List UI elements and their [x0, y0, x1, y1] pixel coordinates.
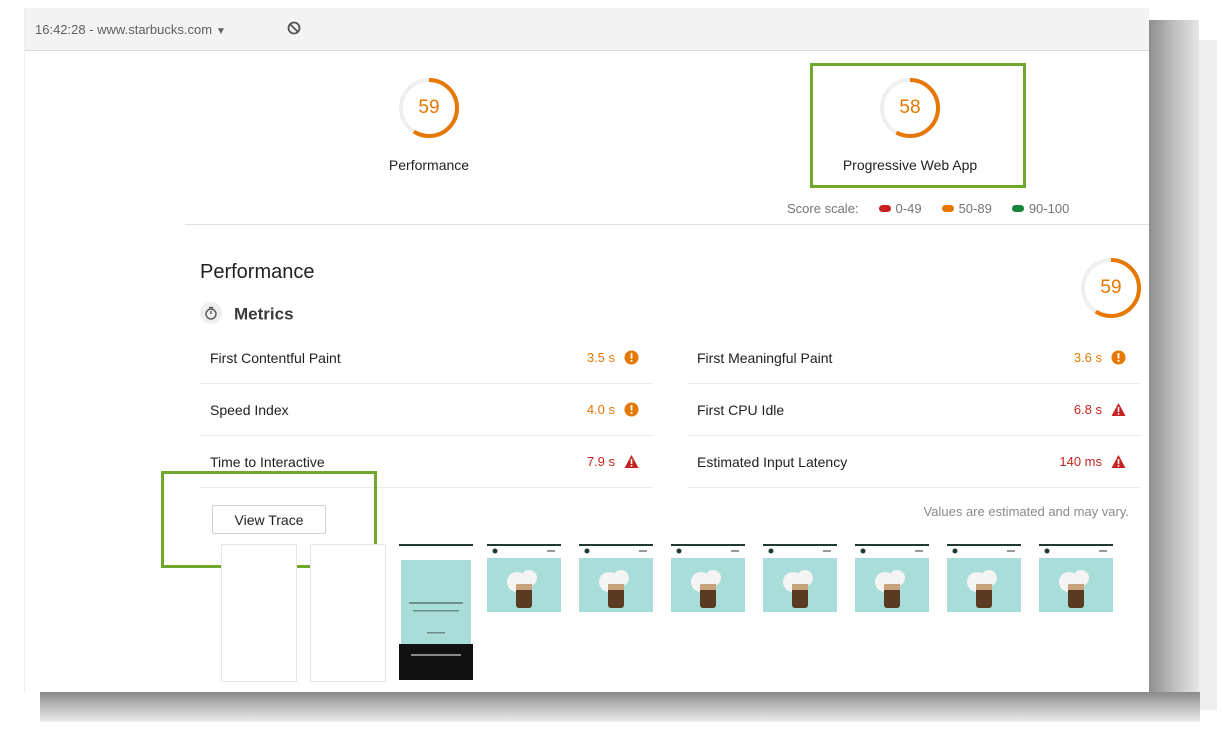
- shadow: [1199, 40, 1217, 710]
- timestamp-label: 16:42:28 - www.starbucks.com: [35, 22, 213, 37]
- metric-name: First Meaningful Paint: [697, 350, 833, 366]
- row-divider: [687, 383, 1140, 384]
- info-circle-icon: [624, 350, 639, 365]
- metric-first-contentful-paint: First Contentful Paint 3.5 s: [200, 334, 653, 384]
- block-icon[interactable]: [287, 21, 301, 35]
- score-scale: Score scale: 0-49 50-89 90-100: [787, 201, 1069, 216]
- metric-value: 140 ms: [1059, 454, 1102, 469]
- lighthouse-report: 16:42:28 - www.starbucks.com ▼ 59 Perform…: [24, 8, 1149, 692]
- filmstrip-frame: [1039, 544, 1113, 612]
- warning-triangle-icon: [624, 455, 639, 468]
- caret-down-icon: ▼: [216, 26, 226, 37]
- highlight-box: [810, 63, 1026, 188]
- report-selector[interactable]: 16:42:28 - www.starbucks.com ▼: [35, 22, 226, 37]
- metric-name: Estimated Input Latency: [697, 454, 848, 470]
- metric-value: 7.9 s: [586, 454, 615, 469]
- shadow: [40, 692, 1200, 722]
- filmstrip-frame: [310, 544, 386, 682]
- divider: [185, 224, 1149, 225]
- filmstrip-frame: [947, 544, 1021, 612]
- info-circle-icon: [1111, 350, 1126, 365]
- scale-range: 0-49: [895, 201, 922, 216]
- filmstrip-frame: [221, 544, 297, 682]
- metrics-heading: Metrics: [200, 302, 294, 326]
- warning-triangle-icon: [1111, 403, 1126, 416]
- performance-label: Performance: [388, 157, 470, 173]
- pass-pill-icon: [1011, 205, 1024, 213]
- metric-value: 4.0 s: [586, 402, 615, 417]
- filmstrip-frame: [487, 544, 561, 612]
- performance-section-title: Performance: [200, 261, 315, 283]
- row-divider: [687, 435, 1140, 436]
- performance-score: 59: [418, 97, 440, 118]
- metric-speed-index: Speed Index 4.0 s: [200, 386, 653, 436]
- estimate-note: Values are estimated and may vary.: [923, 504, 1129, 519]
- fail-pill-icon: [878, 205, 891, 213]
- shadow: [1147, 20, 1199, 720]
- metrics-title: Metrics: [234, 304, 294, 324]
- metric-name: First Contentful Paint: [210, 350, 341, 366]
- performance-section-gauge: 59: [1079, 256, 1143, 320]
- metric-name: Time to Interactive: [210, 454, 325, 470]
- row-divider: [200, 435, 653, 436]
- scale-range: 90-100: [1028, 201, 1070, 216]
- score-scale-label: Score scale:: [787, 201, 859, 216]
- metric-value: 3.5 s: [586, 350, 615, 365]
- filmstrip-frame: [763, 544, 837, 612]
- metric-value: 3.6 s: [1073, 350, 1102, 365]
- metric-first-cpu-idle: First CPU Idle 6.8 s: [687, 386, 1140, 436]
- performance-section-score: 59: [1100, 277, 1122, 298]
- metric-name: First CPU Idle: [697, 402, 785, 418]
- row-divider: [687, 487, 1140, 488]
- metric-estimated-input-latency: Estimated Input Latency 140 ms: [687, 438, 1140, 488]
- stopwatch-icon: [200, 302, 222, 324]
- filmstrip-frame: [399, 544, 473, 680]
- warning-triangle-icon: [1111, 455, 1126, 468]
- average-pill-icon: [941, 205, 954, 213]
- report-topbar: 16:42:28 - www.starbucks.com ▼: [25, 8, 1149, 51]
- row-divider: [200, 383, 653, 384]
- filmstrip-frame: [855, 544, 929, 612]
- performance-gauge[interactable]: 59: [397, 76, 461, 140]
- filmstrip-frame: [671, 544, 745, 612]
- metric-first-meaningful-paint: First Meaningful Paint 3.6 s: [687, 334, 1140, 384]
- info-circle-icon: [624, 402, 639, 417]
- filmstrip-frame: [579, 544, 653, 612]
- metric-name: Speed Index: [210, 402, 289, 418]
- metric-value: 6.8 s: [1073, 402, 1102, 417]
- scale-range: 50-89: [958, 201, 992, 216]
